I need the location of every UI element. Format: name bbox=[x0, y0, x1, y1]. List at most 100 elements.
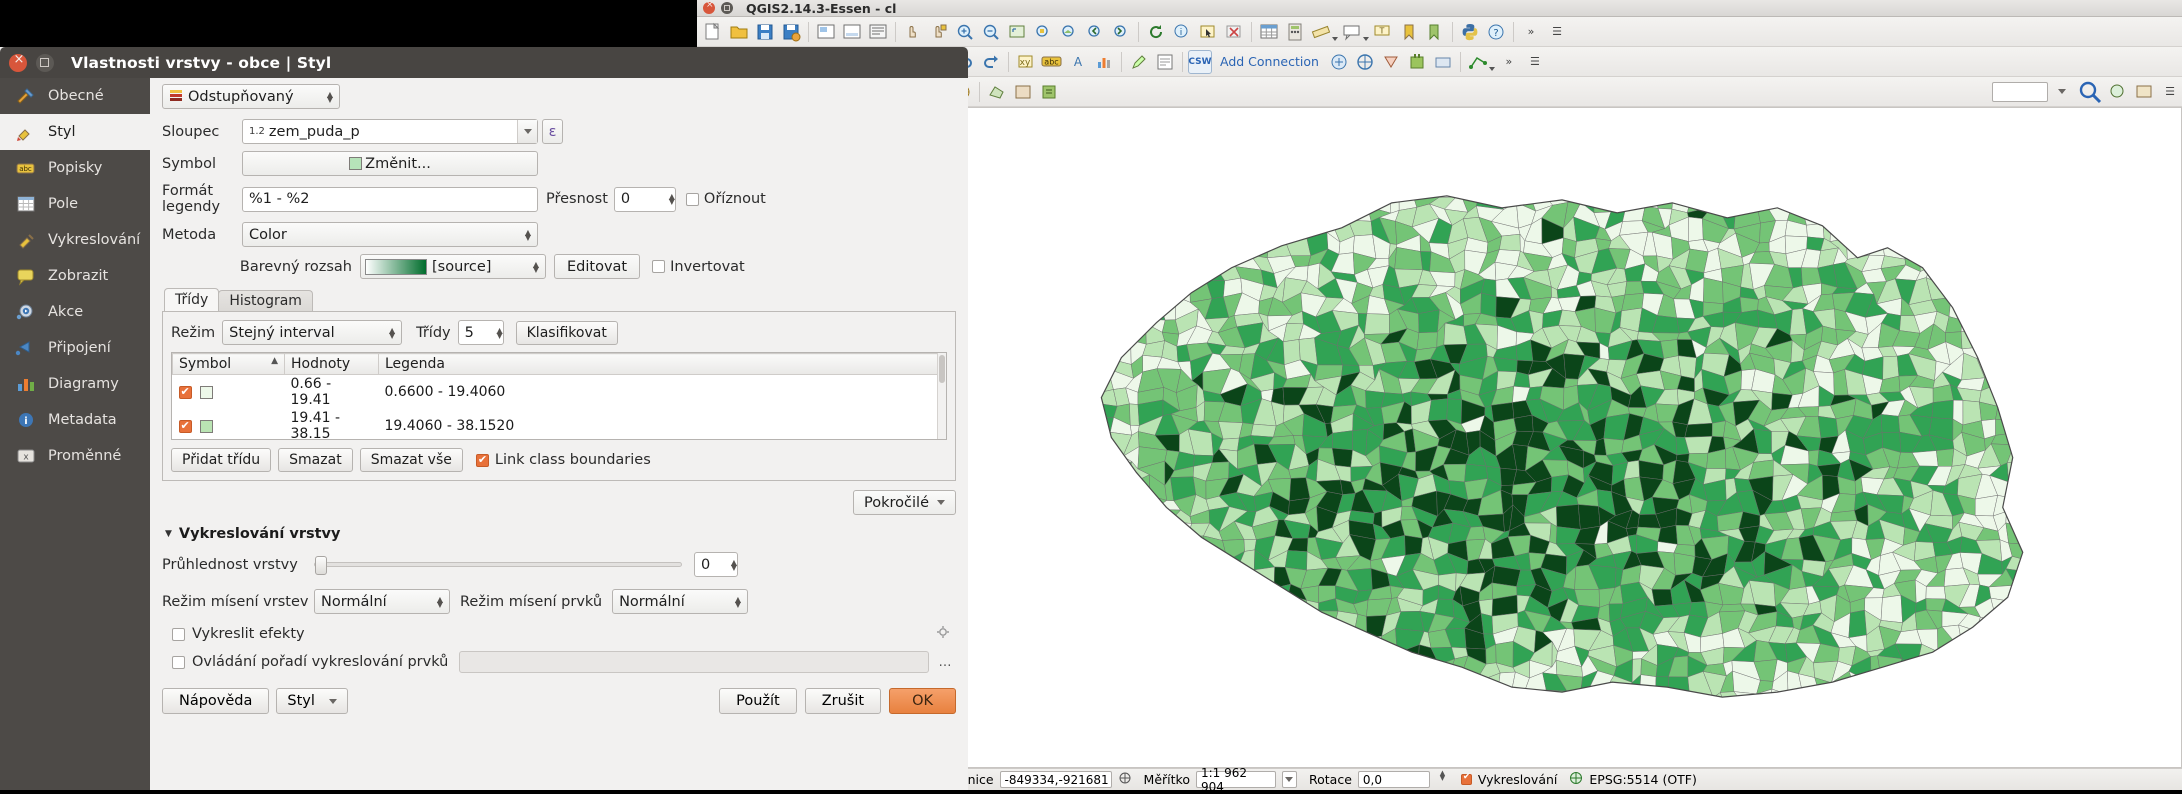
more-tools-icon[interactable]: » bbox=[1519, 20, 1543, 44]
precision-input[interactable]: 0 ▲ ▼ bbox=[613, 186, 676, 212]
scale-dropdown-icon[interactable] bbox=[1281, 771, 1297, 788]
new-project-icon[interactable] bbox=[701, 20, 725, 44]
offline-editing-icon[interactable] bbox=[1431, 50, 1455, 74]
sidebar-item-vykreslov-n-[interactable]: Vykreslování bbox=[0, 222, 150, 258]
coordinate-field[interactable]: -849334,-921681 bbox=[999, 771, 1112, 788]
order-control-input[interactable] bbox=[459, 651, 929, 673]
select-by-expression-icon[interactable]: xy bbox=[1014, 50, 1038, 74]
locator-settings-icon[interactable] bbox=[2132, 80, 2156, 104]
style-manager-icon[interactable] bbox=[1127, 50, 1151, 74]
ok-button[interactable]: OK bbox=[889, 688, 956, 714]
opacity-input[interactable]: 0 ▲ ▼ bbox=[694, 552, 738, 577]
plugin-icon[interactable] bbox=[1405, 50, 1429, 74]
trim-checkbox[interactable] bbox=[685, 192, 699, 206]
open-attribute-table-icon[interactable] bbox=[1257, 20, 1281, 44]
class-color-swatch[interactable] bbox=[199, 385, 213, 399]
save-project-icon[interactable] bbox=[753, 20, 777, 44]
rotation-spinner[interactable]: ▲ ▼ bbox=[1436, 770, 1449, 788]
diagram-icon[interactable] bbox=[1092, 50, 1116, 74]
abc-label-icon[interactable]: abc bbox=[1040, 50, 1064, 74]
python-console-icon[interactable] bbox=[1458, 20, 1482, 44]
sidebar-item-pole[interactable]: Pole bbox=[0, 186, 150, 222]
color-ramp-spinner[interactable]: ▲ ▼ bbox=[533, 260, 539, 273]
identify-icon[interactable]: i bbox=[1170, 20, 1194, 44]
layer-rendering-header[interactable]: ▼ Vykreslování vrstvy bbox=[162, 526, 956, 542]
coordinate-toggle-icon[interactable] bbox=[1118, 771, 1132, 788]
classify-button[interactable]: Klasifikovat bbox=[515, 320, 618, 345]
dialog-maximize-button[interactable] bbox=[36, 53, 54, 72]
sidebar-item-popisky[interactable]: abc Popisky bbox=[0, 150, 150, 186]
new-memory-layer-icon[interactable] bbox=[1011, 80, 1035, 104]
toolbar-overflow-icon[interactable]: ☰ bbox=[1545, 20, 1569, 44]
new-shapefile-layer-icon[interactable] bbox=[985, 80, 1009, 104]
column-header-symbol[interactable]: Symbol ▲ bbox=[172, 353, 285, 375]
feature-blend-spinner[interactable]: ▲ ▼ bbox=[735, 595, 741, 608]
order-control-checkbox[interactable] bbox=[172, 655, 185, 669]
chevron-down-icon[interactable] bbox=[517, 120, 537, 143]
classes-table-container[interactable]: Symbol ▲ Hodnoty Legenda 0.66 - 19.410.6… bbox=[171, 352, 947, 440]
symbol-change-button[interactable]: Změnit... bbox=[242, 151, 538, 176]
pan-map-icon[interactable] bbox=[901, 20, 925, 44]
attribute-form-icon[interactable] bbox=[1153, 50, 1177, 74]
sidebar-item-diagramy[interactable]: Diagramy bbox=[0, 366, 150, 402]
csw-icon[interactable]: CSW bbox=[1188, 49, 1212, 74]
help-icon[interactable]: ? bbox=[1484, 20, 1508, 44]
classes-count-input[interactable]: 5 ▲ ▼ bbox=[457, 320, 504, 345]
delete-all-classes-button[interactable]: Smazat vše bbox=[359, 448, 463, 472]
composer-manager-icon[interactable] bbox=[840, 20, 864, 44]
method-select[interactable]: Color ▲ ▼ bbox=[242, 222, 538, 247]
tab-třídy[interactable]: Třídy bbox=[164, 288, 220, 311]
color-ramp-select[interactable]: [source] ▲ ▼ bbox=[360, 254, 546, 279]
crs-icon[interactable] bbox=[1569, 771, 1583, 788]
zoom-in-icon[interactable] bbox=[953, 20, 977, 44]
pan-to-selection-icon[interactable] bbox=[927, 20, 951, 44]
zoom-full-icon[interactable] bbox=[1005, 20, 1029, 44]
opacity-spinner[interactable]: ▲ ▼ bbox=[731, 558, 737, 571]
render-checkbox[interactable] bbox=[1460, 772, 1472, 785]
class-enabled-checkbox[interactable] bbox=[178, 419, 192, 433]
class-symbol-cell[interactable] bbox=[173, 409, 285, 439]
method-spinner[interactable]: ▲ ▼ bbox=[525, 228, 531, 241]
delete-class-button[interactable]: Smazat bbox=[278, 448, 353, 472]
cancel-button[interactable]: Zrušit bbox=[804, 688, 882, 714]
advanced-button[interactable]: Pokročilé bbox=[853, 490, 956, 515]
invert-checkbox[interactable] bbox=[652, 260, 666, 273]
save-project-as-icon[interactable] bbox=[779, 20, 803, 44]
class-legend-cell[interactable]: 19.4060 - 38.1520 bbox=[379, 409, 946, 439]
measure-icon[interactable] bbox=[1309, 20, 1333, 44]
qgis-close-button[interactable] bbox=[703, 0, 715, 14]
class-enabled-checkbox[interactable] bbox=[178, 385, 192, 399]
renderer-select[interactable]: Odstupňovaný ▲ ▼ bbox=[162, 84, 340, 109]
classes-table-scrollbar[interactable] bbox=[937, 353, 946, 439]
link-class-boundaries-checkbox[interactable] bbox=[475, 453, 489, 467]
search-input[interactable] bbox=[1992, 81, 2048, 102]
sidebar-item-p-ipojen-[interactable]: Připojení bbox=[0, 330, 150, 366]
order-control-menu-icon[interactable]: … bbox=[934, 651, 956, 673]
class-values-cell[interactable]: 19.41 - 38.15 bbox=[285, 409, 379, 439]
edit-ramp-button[interactable]: Editovat bbox=[554, 254, 641, 279]
search-dropdown-icon[interactable] bbox=[2050, 80, 2074, 104]
zoom-selection-icon[interactable] bbox=[1031, 20, 1055, 44]
map-tips-icon[interactable]: T bbox=[1371, 20, 1395, 44]
draw-effects-checkbox[interactable] bbox=[172, 627, 185, 641]
crs-label[interactable]: EPSG:5514 (OTF) bbox=[1589, 772, 1696, 787]
classes-count-spinner[interactable]: ▲ ▼ bbox=[496, 326, 502, 339]
slider-handle[interactable] bbox=[315, 556, 327, 575]
opacity-slider[interactable] bbox=[314, 556, 682, 575]
search-icon[interactable] bbox=[2076, 78, 2104, 106]
class-color-swatch[interactable] bbox=[199, 419, 213, 433]
mode-spinner[interactable]: ▲ ▼ bbox=[389, 326, 395, 339]
precision-spinner[interactable]: ▲ ▼ bbox=[669, 193, 675, 206]
scrollbar-thumb[interactable] bbox=[939, 355, 945, 383]
map-canvas[interactable] bbox=[870, 107, 2182, 768]
zoom-out-icon[interactable] bbox=[979, 20, 1003, 44]
renderer-spinner[interactable]: ▲ ▼ bbox=[327, 90, 333, 103]
sidebar-item-styl[interactable]: Styl bbox=[0, 114, 150, 150]
add-connection-link[interactable]: Add Connection bbox=[1220, 54, 1319, 69]
topology-checker-icon[interactable] bbox=[1379, 50, 1403, 74]
toolbar-overflow-icon[interactable]: ☰ bbox=[2158, 80, 2182, 104]
layer-blend-spinner[interactable]: ▲ ▼ bbox=[437, 595, 443, 608]
class-symbol-cell[interactable] bbox=[173, 375, 285, 410]
sidebar-item-obecn-[interactable]: Obecné bbox=[0, 78, 150, 114]
open-project-icon[interactable] bbox=[727, 20, 751, 44]
